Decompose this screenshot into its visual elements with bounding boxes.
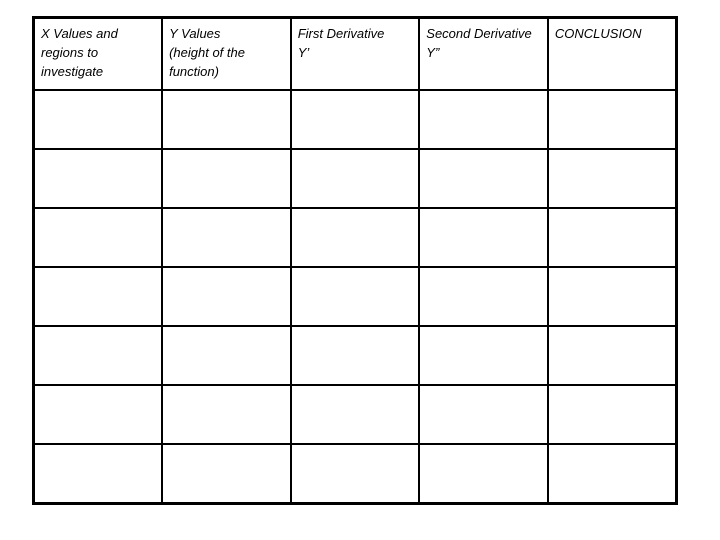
table-cell-value xyxy=(292,386,419,443)
table-cell-value xyxy=(549,445,675,502)
table-cell-value xyxy=(549,386,675,443)
table-cell[interactable] xyxy=(418,266,549,327)
table-cell[interactable] xyxy=(289,443,421,505)
table-cell[interactable] xyxy=(161,325,292,386)
table-cell-value xyxy=(420,445,547,502)
table-cell[interactable] xyxy=(32,148,164,209)
table-row xyxy=(32,148,678,209)
table-cell[interactable] xyxy=(32,207,164,268)
header-cell-conclusion: CONCLUSION xyxy=(546,16,678,91)
table-cell-value xyxy=(549,209,675,266)
table-header-row: X Values and regions to investigate Y Va… xyxy=(32,16,678,91)
table-cell-value xyxy=(35,327,161,384)
table-cell-value xyxy=(292,91,419,148)
table-cell[interactable] xyxy=(32,384,164,445)
table-cell-value xyxy=(292,150,419,207)
table-cell-value xyxy=(292,445,419,502)
table-cell-value xyxy=(292,268,419,325)
table-row xyxy=(32,443,678,505)
table-cell[interactable] xyxy=(546,148,678,209)
table-cell-value xyxy=(163,150,290,207)
table-cell[interactable] xyxy=(546,443,678,505)
table-cell[interactable] xyxy=(161,443,292,505)
table-cell[interactable] xyxy=(546,207,678,268)
table-cell[interactable] xyxy=(418,384,549,445)
table-cell[interactable] xyxy=(418,148,549,209)
table-cell[interactable] xyxy=(418,443,549,505)
header-label-conclusion: CONCLUSION xyxy=(554,26,642,41)
table-cell[interactable] xyxy=(546,384,678,445)
header-label-x-values: X Values and regions to investigate xyxy=(41,26,118,79)
table-cell-value xyxy=(549,91,675,148)
table-cell-value xyxy=(163,91,290,148)
table-cell[interactable] xyxy=(546,266,678,327)
header-label-second-derivative: Second Derivative Y” xyxy=(426,26,532,60)
table-cell-value xyxy=(420,386,547,443)
analysis-table: X Values and regions to investigate Y Va… xyxy=(32,16,678,505)
table-cell-value xyxy=(163,386,290,443)
table-header: X Values and regions to investigate Y Va… xyxy=(32,16,678,91)
table-cell-value xyxy=(549,150,675,207)
table-row xyxy=(32,325,678,386)
header-cell-first-derivative: First Derivative Y’ xyxy=(289,16,421,91)
table-cell[interactable] xyxy=(32,266,164,327)
table-cell[interactable] xyxy=(289,325,421,386)
table-row xyxy=(32,89,678,150)
table-cell-value xyxy=(35,209,161,266)
table-cell-value xyxy=(35,91,161,148)
table-cell[interactable] xyxy=(289,148,421,209)
table-cell-value xyxy=(163,327,290,384)
table-cell-value xyxy=(420,150,547,207)
table-cell[interactable] xyxy=(289,89,421,150)
table-cell-value xyxy=(549,327,675,384)
table-cell-value xyxy=(35,150,161,207)
header-cell-second-derivative: Second Derivative Y” xyxy=(418,16,549,91)
header-label-first-derivative: First Derivative Y’ xyxy=(297,26,385,60)
table-cell-value xyxy=(35,268,161,325)
table-row xyxy=(32,266,678,327)
table-cell-value xyxy=(292,327,419,384)
table-cell-value xyxy=(163,445,290,502)
table-cell[interactable] xyxy=(161,266,292,327)
table-cell[interactable] xyxy=(418,89,549,150)
table-cell-value xyxy=(549,268,675,325)
header-cell-y-values: Y Values (height of the function) xyxy=(161,16,292,91)
header-cell-x-values: X Values and regions to investigate xyxy=(32,16,164,91)
worksheet-root: X Values and regions to investigate Y Va… xyxy=(0,0,720,540)
table-cell-value xyxy=(163,209,290,266)
table-cell[interactable] xyxy=(418,207,549,268)
table-cell[interactable] xyxy=(32,325,164,386)
table-cell[interactable] xyxy=(418,325,549,386)
table-cell[interactable] xyxy=(161,384,292,445)
table-row xyxy=(32,207,678,268)
table-cell[interactable] xyxy=(546,325,678,386)
table-cell-value xyxy=(35,445,161,502)
table-cell[interactable] xyxy=(161,148,292,209)
header-label-y-values: Y Values (height of the function) xyxy=(169,26,245,79)
table-cell[interactable] xyxy=(289,384,421,445)
table-cell[interactable] xyxy=(161,207,292,268)
table-cell[interactable] xyxy=(546,89,678,150)
table-cell[interactable] xyxy=(32,443,164,505)
table-cell-value xyxy=(420,268,547,325)
table-cell-value xyxy=(420,91,547,148)
table-cell-value xyxy=(163,268,290,325)
table-cell[interactable] xyxy=(161,89,292,150)
table-cell-value xyxy=(292,209,419,266)
table-cell-value xyxy=(35,386,161,443)
table-cell-value xyxy=(420,327,547,384)
table-cell[interactable] xyxy=(289,207,421,268)
table-row xyxy=(32,384,678,445)
table-cell-value xyxy=(420,209,547,266)
table-body xyxy=(32,89,678,505)
table-cell[interactable] xyxy=(32,89,164,150)
table-cell[interactable] xyxy=(289,266,421,327)
